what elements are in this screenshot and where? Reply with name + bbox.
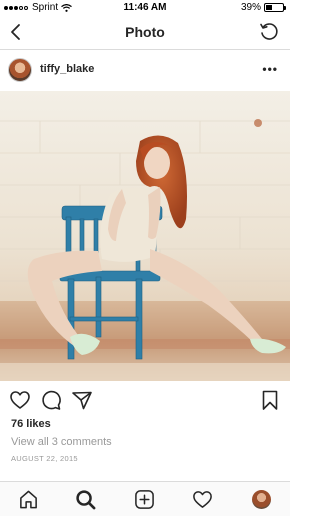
likes-count[interactable]: 76 likes	[11, 418, 51, 430]
post-photo[interactable]	[0, 91, 290, 381]
page-title: Photo	[125, 24, 165, 40]
avatar[interactable]	[8, 58, 32, 82]
comment-bubble-icon[interactable]	[40, 389, 62, 411]
battery-percent: 39%	[240, 2, 261, 13]
post-username[interactable]: tiffy_blake	[40, 63, 94, 75]
status-bar: Sprint 11:46 AM 39%	[0, 0, 290, 16]
battery-icon	[264, 3, 286, 12]
search-icon[interactable]	[75, 489, 96, 510]
post-image	[0, 91, 290, 381]
post-header: tiffy_blake •••	[0, 50, 290, 90]
battery-group: 39%	[240, 2, 286, 13]
tab-bar	[0, 481, 290, 516]
add-post-icon[interactable]	[134, 489, 155, 510]
more-options-button[interactable]: •••	[262, 62, 278, 76]
view-comments-link[interactable]: View all 3 comments	[11, 436, 112, 448]
profile-avatar[interactable]	[252, 490, 271, 509]
share-send-icon[interactable]	[71, 389, 93, 411]
nav-bar: Photo	[0, 16, 290, 50]
activity-heart-icon[interactable]	[192, 489, 213, 510]
battery-fill	[266, 5, 273, 10]
home-icon[interactable]	[18, 489, 39, 510]
refresh-icon[interactable]	[258, 21, 280, 43]
post-actions	[0, 389, 290, 411]
post-date: AUGUST 22, 2015	[11, 454, 78, 463]
bookmark-icon[interactable]	[259, 389, 281, 411]
like-heart-icon[interactable]	[9, 389, 31, 411]
